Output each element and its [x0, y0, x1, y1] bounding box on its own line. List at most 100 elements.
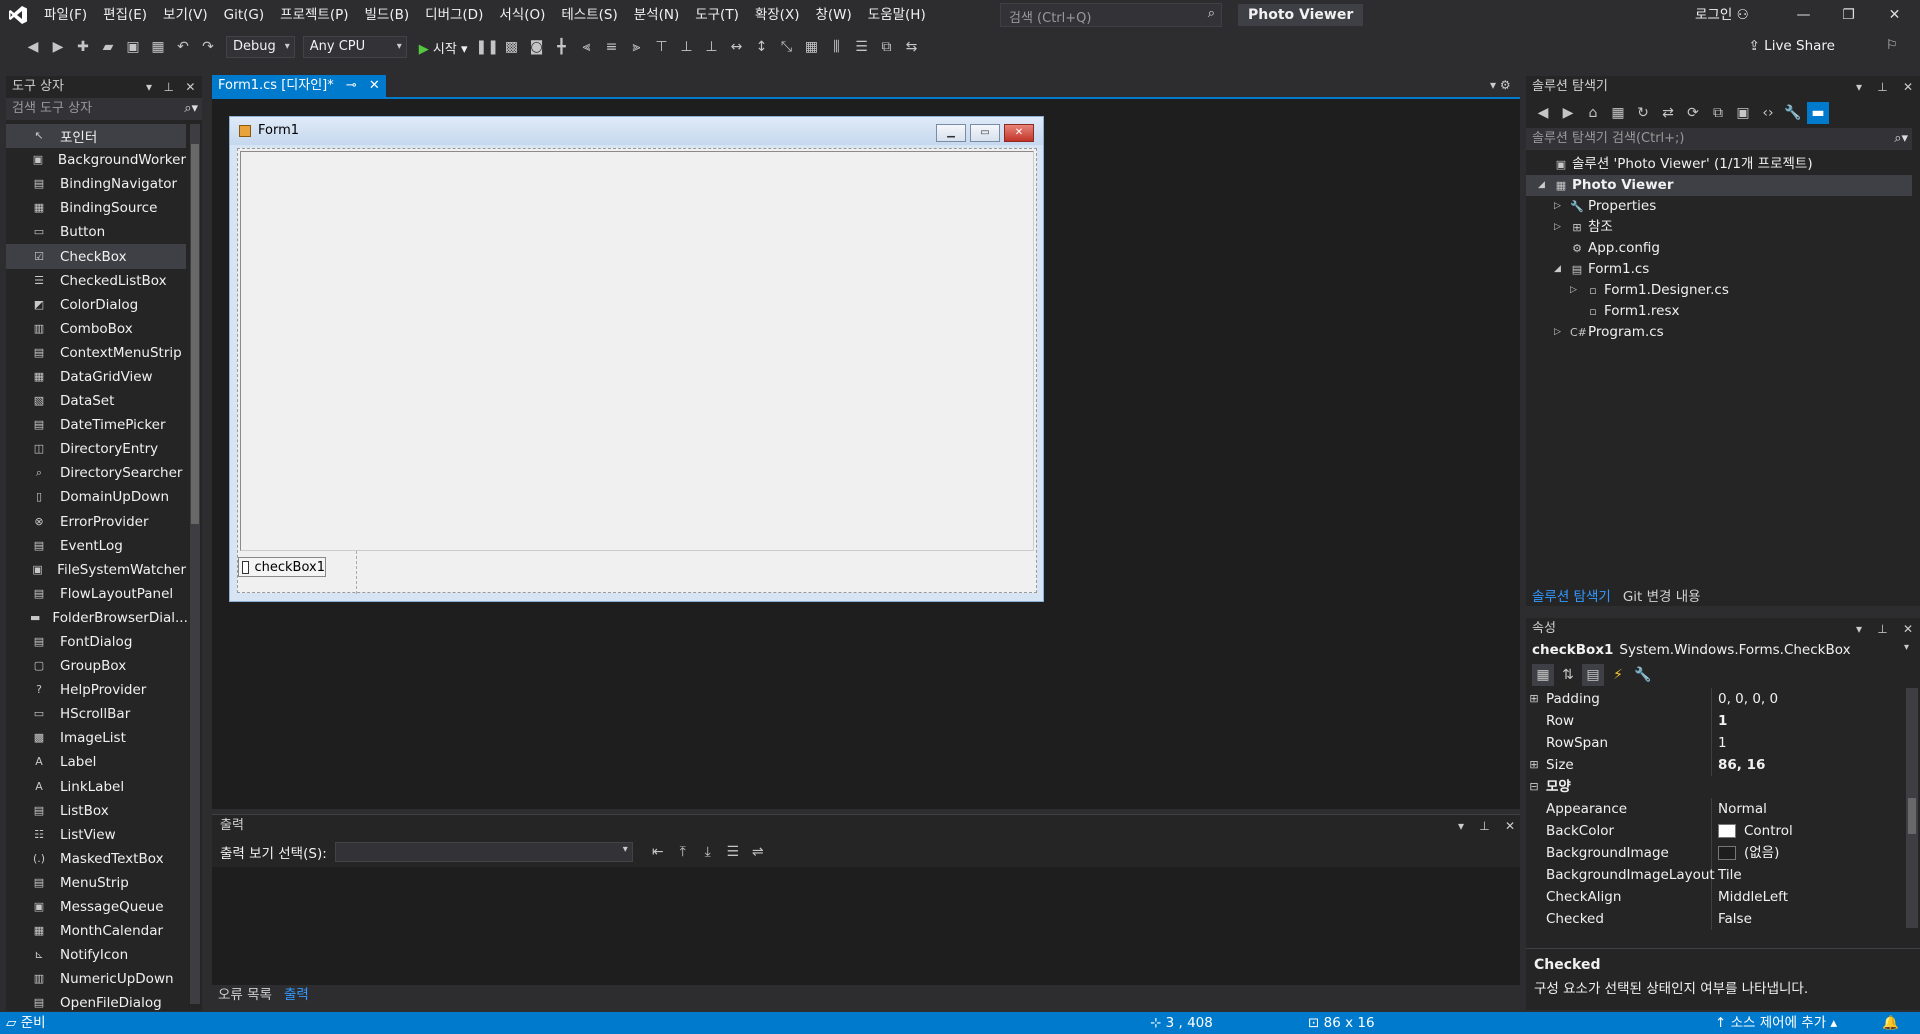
- pin-icon[interactable]: ⊥: [1877, 622, 1887, 636]
- same-size-icon[interactable]: ⤡: [776, 36, 798, 58]
- back-icon[interactable]: ◀: [1532, 102, 1554, 124]
- toolbox-item[interactable]: ▣ MessageQueue: [6, 895, 186, 919]
- expand-icon[interactable]: [1526, 820, 1542, 842]
- property-value[interactable]: (없음): [1712, 842, 1779, 864]
- align-middle-icon[interactable]: ⊥: [676, 36, 698, 58]
- checkbox-box[interactable]: [242, 560, 249, 574]
- tree-item[interactable]: ▣ 솔루션 'Photo Viewer' (1/1개 프로젝트): [1526, 154, 1912, 175]
- notification-icon[interactable]: 🔔: [1882, 1012, 1899, 1034]
- menu-item[interactable]: 도구(T): [687, 0, 747, 30]
- toolbox-item[interactable]: ◫ DirectoryEntry: [6, 437, 186, 461]
- property-row[interactable]: Checked False: [1526, 908, 1904, 930]
- new-project-icon[interactable]: ✚: [72, 36, 94, 58]
- tree-item[interactable]: ◢ ▦ Photo Viewer: [1526, 175, 1912, 196]
- toolbox-item[interactable]: ▤ BindingNavigator: [6, 172, 186, 196]
- prev-message-icon[interactable]: ⤒: [672, 841, 694, 863]
- toolbox-item[interactable]: ↖ 포인터: [6, 124, 186, 149]
- align-grid-icon[interactable]: ╋: [551, 36, 573, 58]
- property-row[interactable]: RowSpan 1: [1526, 732, 1904, 754]
- toolbox-item[interactable]: ▦ BindingSource: [6, 196, 186, 220]
- toolbox-item[interactable]: ▭ Button: [6, 220, 186, 244]
- menu-item[interactable]: 편집(E): [95, 0, 155, 30]
- pin-icon[interactable]: ⊥: [1479, 819, 1489, 833]
- platform-select[interactable]: Any CPU: [302, 36, 407, 58]
- property-value[interactable]: Tile: [1712, 864, 1742, 886]
- forward-icon[interactable]: ▶: [1557, 102, 1579, 124]
- login-button[interactable]: 로그인 ⚇: [1695, 0, 1749, 30]
- property-value[interactable]: 1: [1712, 732, 1727, 754]
- toolbox-item[interactable]: ▤ FlowLayoutPanel: [6, 582, 186, 606]
- same-width-icon[interactable]: ↔: [726, 36, 748, 58]
- alphabetical-icon[interactable]: ⇅: [1557, 664, 1579, 686]
- form1-window[interactable]: Form1 ▁ ▭ ✕ checkBox1: [229, 116, 1044, 602]
- menu-item[interactable]: 디버그(D): [417, 0, 491, 30]
- property-value[interactable]: 0, 0, 0, 0: [1712, 688, 1778, 710]
- property-pages-icon[interactable]: 🔧: [1632, 664, 1654, 686]
- tree-item[interactable]: ◢ ▤ Form1.cs: [1526, 259, 1912, 280]
- top-panel-cell[interactable]: [240, 151, 1034, 551]
- property-value[interactable]: Normal: [1712, 798, 1767, 820]
- menu-item[interactable]: 확장(X): [747, 0, 808, 30]
- align-center-icon[interactable]: ≡: [601, 36, 623, 58]
- toolbox-item[interactable]: ☷ ListView: [6, 823, 186, 847]
- switch-views-icon[interactable]: ▦: [1607, 102, 1629, 124]
- word-wrap-icon[interactable]: ⇌: [747, 841, 769, 863]
- property-grid-scrollbar[interactable]: [1906, 688, 1918, 928]
- close-icon[interactable]: ✕: [1903, 80, 1913, 94]
- toolbox-item[interactable]: ▥ ComboBox: [6, 317, 186, 341]
- tree-item[interactable]: ▷ ▫ Form1.Designer.cs: [1526, 280, 1912, 301]
- toolbox-search-input[interactable]: 검색 도구 상자 ⌕▾: [6, 98, 202, 120]
- screenshot-icon[interactable]: ◙: [526, 36, 548, 58]
- property-row[interactable]: Row 1: [1526, 710, 1904, 732]
- output-text-area[interactable]: [212, 867, 1520, 985]
- toolbox-item[interactable]: ▢ GroupBox: [6, 654, 186, 678]
- menu-item[interactable]: 보기(V): [155, 0, 216, 30]
- align-bottom-icon[interactable]: ⊥: [701, 36, 723, 58]
- tree-item[interactable]: ▷ C# Program.cs: [1526, 322, 1912, 343]
- property-row[interactable]: CheckAlign MiddleLeft: [1526, 886, 1904, 908]
- configuration-select[interactable]: Debug: [226, 36, 295, 58]
- property-value[interactable]: [1712, 776, 1718, 798]
- tab-order-icon[interactable]: ⇆: [901, 36, 923, 58]
- toolbox-scrollbar[interactable]: [190, 124, 200, 1004]
- same-height-icon[interactable]: ↕: [751, 36, 773, 58]
- tab-form1-design[interactable]: Form1.cs [디자인]* ⊸ ✕: [212, 75, 386, 97]
- events-icon[interactable]: ⚡: [1607, 664, 1629, 686]
- toolbox-item[interactable]: ? HelpProvider: [6, 678, 186, 702]
- toolbox-item[interactable]: ◩ ColorDialog: [6, 293, 186, 317]
- expand-icon[interactable]: [1526, 710, 1542, 732]
- tab-git-changes[interactable]: Git 변경 내용: [1617, 586, 1707, 608]
- properties-view-icon[interactable]: ▤: [1582, 664, 1604, 686]
- toolbox-item[interactable]: ▤ EventLog: [6, 534, 186, 558]
- toolbox-item[interactable]: ⊗ ErrorProvider: [6, 510, 186, 534]
- undo-icon[interactable]: ↶: [172, 36, 194, 58]
- toolbox-item[interactable]: ▦ MonthCalendar: [6, 919, 186, 943]
- dropdown-icon[interactable]: ▾: [1458, 819, 1464, 833]
- expand-icon[interactable]: [1526, 886, 1542, 908]
- redo-icon[interactable]: ↷: [197, 36, 219, 58]
- align-top-icon[interactable]: ⊤: [651, 36, 673, 58]
- toolbox-item[interactable]: A Label: [6, 750, 186, 774]
- expand-arrow-icon[interactable]: ◢: [1538, 175, 1545, 196]
- show-all-files-icon[interactable]: ▣: [1732, 102, 1754, 124]
- toolbox-item[interactable]: ▩ ImageList: [6, 726, 186, 750]
- categorized-icon[interactable]: ▦: [1532, 664, 1554, 686]
- close-icon[interactable]: ✕: [1903, 622, 1913, 636]
- menu-item[interactable]: 파일(F): [36, 0, 95, 30]
- property-row[interactable]: ⊞ Size 86, 16: [1526, 754, 1904, 776]
- size-to-grid-icon[interactable]: ▦: [801, 36, 823, 58]
- dropdown-icon[interactable]: ▾: [1856, 622, 1862, 636]
- restore-icon[interactable]: ❐: [1826, 0, 1871, 30]
- pin-icon[interactable]: ⊸: [346, 78, 357, 93]
- properties-icon[interactable]: 🔧: [1782, 102, 1804, 124]
- expand-icon[interactable]: [1526, 732, 1542, 754]
- toolbox-item[interactable]: ▣ BackgroundWorker: [6, 148, 186, 172]
- vertical-spacing-icon[interactable]: ☰: [851, 36, 873, 58]
- menu-item[interactable]: 도움말(H): [860, 0, 934, 30]
- align-right-icon[interactable]: ⫸: [626, 36, 648, 58]
- toolbox-item[interactable]: ☑ CheckBox: [6, 244, 186, 269]
- property-value[interactable]: Control: [1712, 820, 1793, 842]
- sync-icon[interactable]: ⇄: [1657, 102, 1679, 124]
- scroll-thumb[interactable]: [191, 144, 199, 524]
- menu-item[interactable]: 서식(O): [491, 0, 553, 30]
